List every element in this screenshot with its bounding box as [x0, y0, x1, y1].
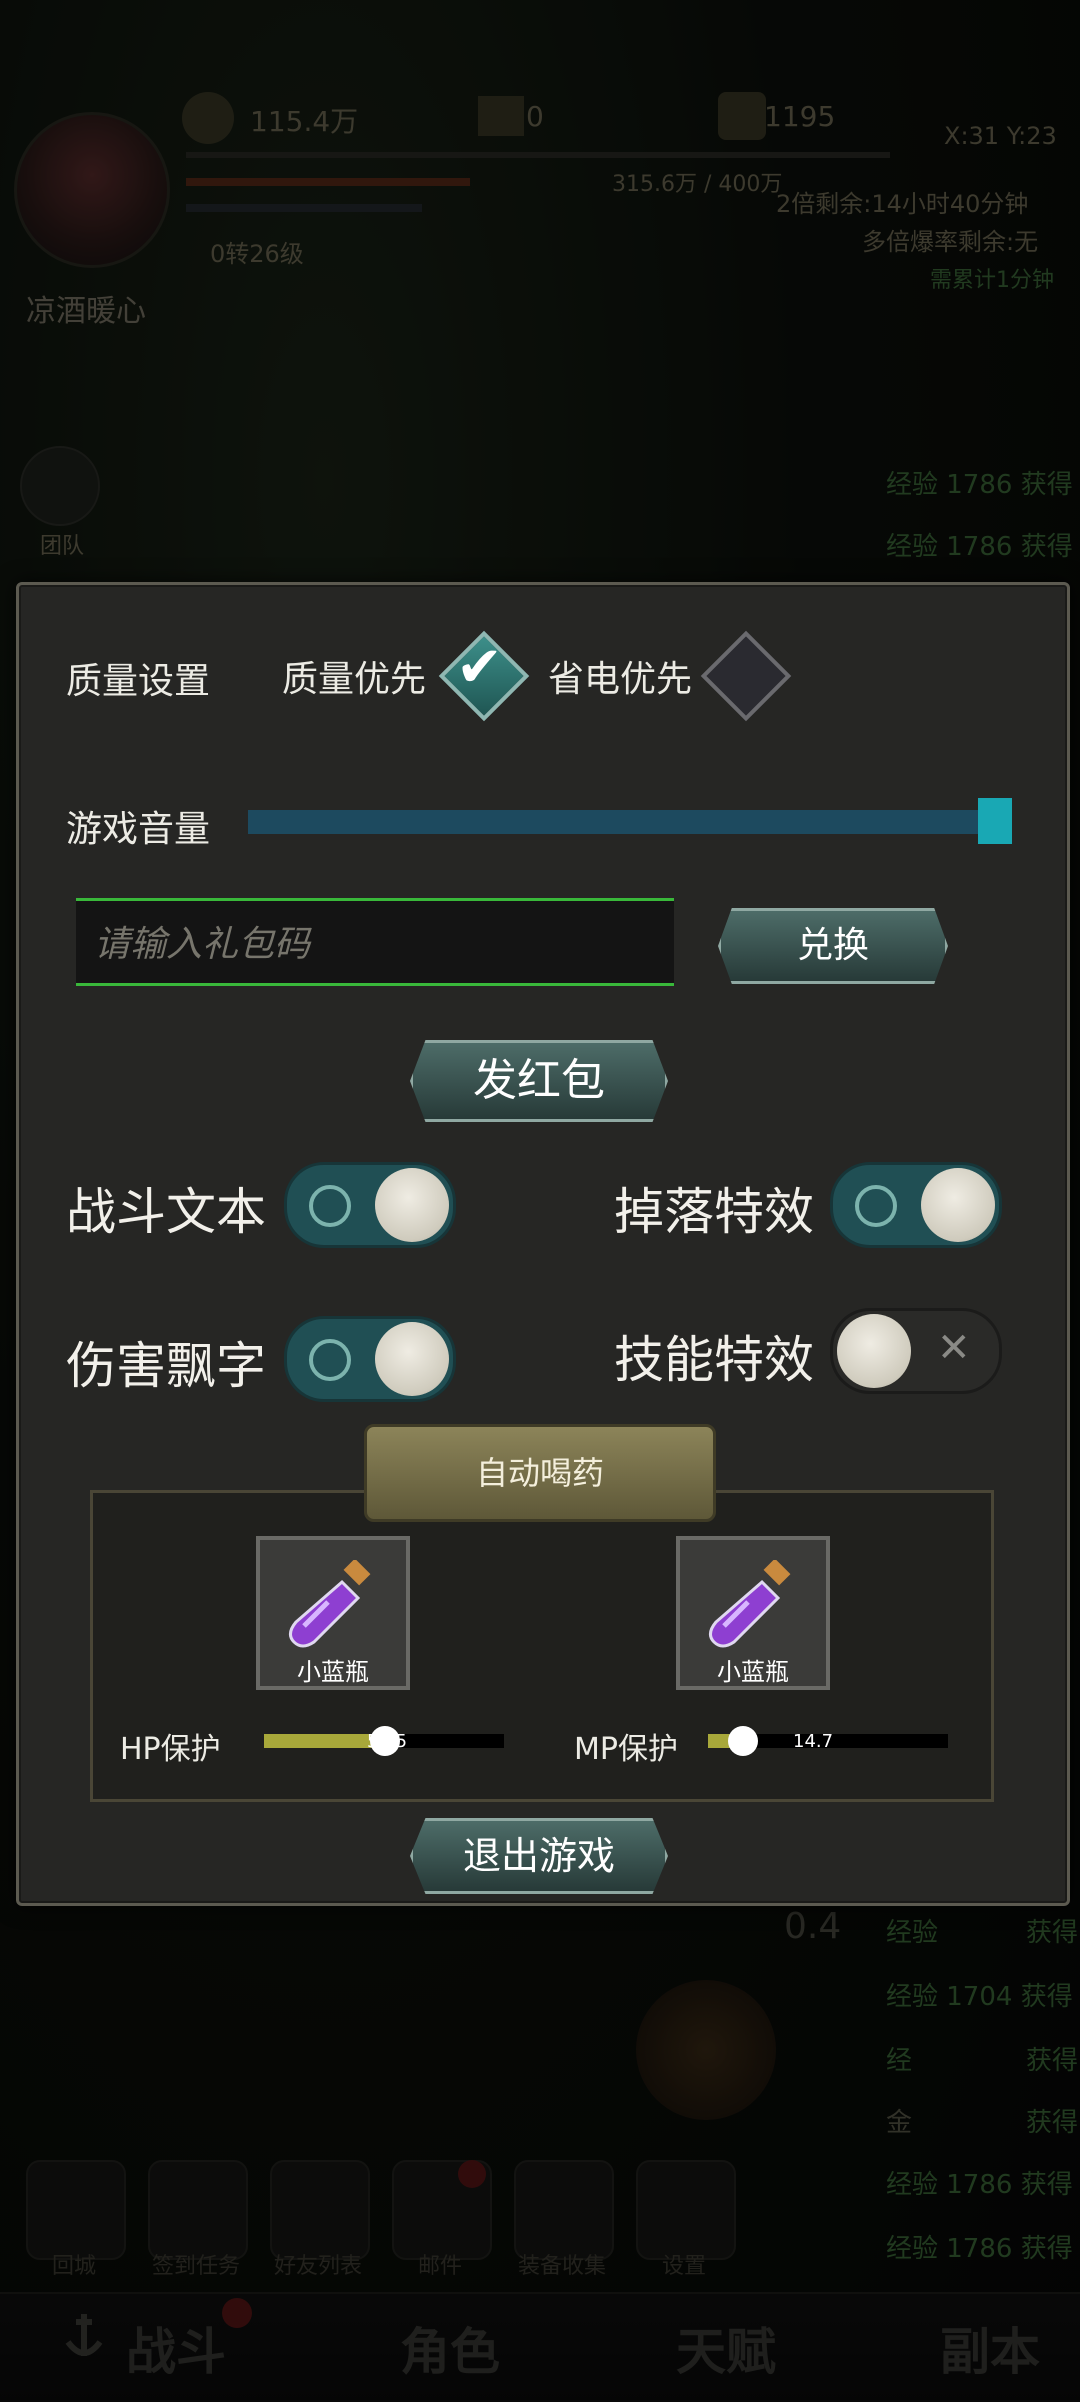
toggle-knob — [375, 1168, 449, 1242]
hp-potion-name: 小蓝瓶 — [297, 1658, 369, 1686]
toggle-knob — [837, 1314, 911, 1388]
mp-protect-handle[interactable] — [728, 1726, 758, 1756]
volume-slider-track[interactable] — [248, 810, 1010, 834]
toggle-on-indicator — [855, 1185, 897, 1227]
mp-protect-label: MP保护 — [574, 1732, 678, 1767]
quality-settings-label: 质量设置 — [66, 661, 211, 702]
volume-slider-handle[interactable] — [978, 798, 1012, 844]
hp-protect-value: 50.5 — [367, 1731, 408, 1752]
potion-icon — [289, 1560, 371, 1648]
game-volume-label: 游戏音量 — [66, 809, 211, 850]
redeem-button[interactable]: 兑换 — [718, 908, 948, 984]
skill-effect-label: 技能特效 — [614, 1331, 814, 1389]
hp-protect-label: HP保护 — [120, 1732, 221, 1767]
potion-icon — [709, 1560, 791, 1648]
hp-protect-slider[interactable]: 50.5 — [264, 1726, 504, 1756]
gift-code-input[interactable]: 请输入礼包码 — [76, 898, 674, 986]
toggle-knob — [375, 1322, 449, 1396]
power-saving-label: 省电优先 — [548, 659, 693, 700]
checkmark-icon: ✔ — [456, 635, 503, 700]
toggle-on-indicator — [309, 1339, 351, 1381]
mp-potion-name: 小蓝瓶 — [717, 1658, 789, 1686]
close-icon: ✕ — [937, 1325, 971, 1371]
drop-effect-label: 掉落特效 — [614, 1183, 814, 1241]
auto-potion-title: 自动喝药 — [364, 1424, 716, 1522]
mp-protect-value: 14.7 — [793, 1731, 834, 1752]
damage-float-label: 伤害飘字 — [66, 1337, 266, 1395]
hp-potion-slot[interactable]: 小蓝瓶 — [256, 1536, 410, 1690]
battle-text-toggle[interactable] — [284, 1162, 456, 1248]
auto-potion-frame — [90, 1490, 994, 1802]
skill-effect-toggle[interactable]: ✕ — [830, 1308, 1002, 1394]
damage-float-toggle[interactable] — [284, 1316, 456, 1402]
mp-protect-slider[interactable]: 14.7 — [708, 1726, 948, 1756]
mp-potion-slot[interactable]: 小蓝瓶 — [676, 1536, 830, 1690]
red-packet-button[interactable]: 发红包 — [410, 1040, 668, 1122]
quality-priority-label: 质量优先 — [282, 659, 427, 700]
toggle-knob — [921, 1168, 995, 1242]
battle-text-label: 战斗文本 — [66, 1183, 266, 1241]
toggle-on-indicator — [309, 1185, 351, 1227]
exit-game-button[interactable]: 退出游戏 — [410, 1818, 668, 1894]
drop-effect-toggle[interactable] — [830, 1162, 1002, 1248]
